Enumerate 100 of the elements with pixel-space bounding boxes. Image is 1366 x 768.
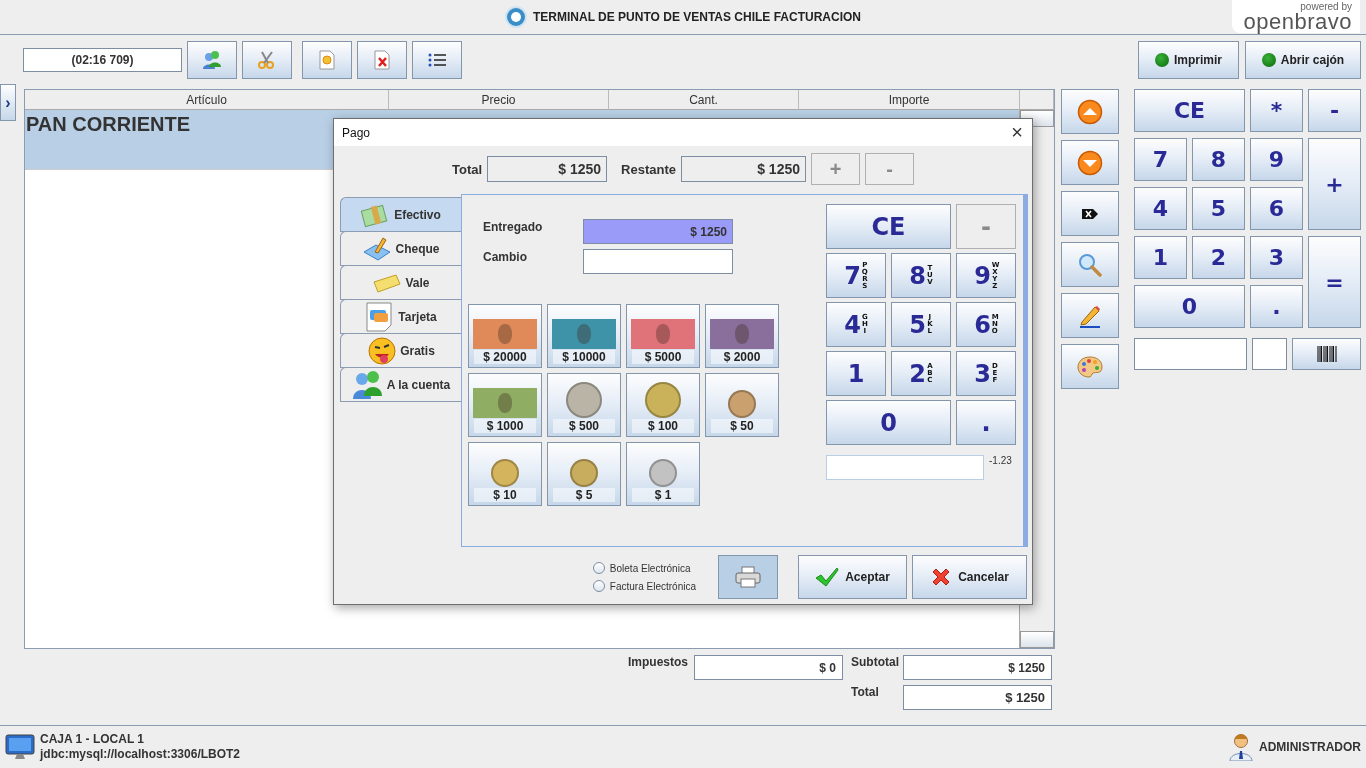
brand-logo: powered by openbravo <box>1232 0 1360 33</box>
logo-icon <box>505 6 527 28</box>
monitor-icon <box>5 734 35 760</box>
barcode-button[interactable] <box>1292 338 1361 370</box>
radio-button[interactable] <box>592 562 605 574</box>
keypad-key[interactable]: CE <box>826 204 951 249</box>
keypad-key[interactable]: 9 <box>1250 138 1303 181</box>
pencil-icon <box>1078 303 1102 328</box>
move-down-button[interactable] <box>1061 140 1119 185</box>
device-button[interactable]: Imprimir <box>1138 41 1239 79</box>
total-field: $ 1250 <box>487 156 608 182</box>
keypad-key[interactable]: . <box>956 400 1016 445</box>
people-icon <box>202 50 222 70</box>
customer-button[interactable] <box>187 41 237 79</box>
keypad-key[interactable]: 2 <box>1192 236 1245 279</box>
attributes-button[interactable] <box>1061 344 1119 389</box>
denomination-button[interactable]: $ 1000 <box>468 373 542 437</box>
expand-panel-button[interactable]: › <box>0 84 16 121</box>
sticky-note-icon <box>372 271 403 294</box>
keypad-key[interactable]: 1 <box>1134 236 1187 279</box>
denomination-button[interactable]: $ 10 <box>468 442 542 506</box>
search-icon <box>1078 252 1102 277</box>
denomination-button[interactable]: $ 50 <box>705 373 779 437</box>
taxes-field: $ 0 <box>694 655 843 680</box>
people-icon <box>351 369 384 400</box>
scroll-down-button[interactable] <box>1020 631 1054 648</box>
keypad-key[interactable]: CE <box>1134 89 1245 132</box>
keypad-key[interactable]: 0 <box>1134 285 1245 328</box>
search-button[interactable] <box>1061 242 1119 287</box>
user-icon <box>1228 733 1254 761</box>
total-label: Total <box>452 161 483 177</box>
keypad-key[interactable]: 8 <box>1192 138 1245 181</box>
keypad-key[interactable]: . <box>1250 285 1303 328</box>
keypad-key[interactable]: 6 <box>1250 187 1303 230</box>
accept-button[interactable]: Aceptar <box>798 555 907 599</box>
denomination-button[interactable]: $ 20000 <box>468 304 542 368</box>
denomination-button[interactable]: $ 5 <box>547 442 621 506</box>
subtotal-field: $ 1250 <box>903 655 1052 680</box>
close-button[interactable]: × <box>1002 119 1032 146</box>
keypad-key[interactable]: = <box>1308 236 1361 328</box>
database-connection: jdbc:mysql://localhost:3306/LBOT2 <box>40 747 241 762</box>
denomination-button[interactable]: $ 1 <box>626 442 700 506</box>
cancel-button[interactable]: Cancelar <box>912 555 1027 599</box>
keypad-key[interactable]: + <box>1308 138 1361 230</box>
taxes-label: Impuestos <box>628 655 689 669</box>
edit-line-button[interactable] <box>1061 293 1119 338</box>
keypad-key[interactable]: 0 <box>826 400 951 445</box>
format-hint: -1.23 <box>989 455 1012 468</box>
payment-tab[interactable]: A la cuenta <box>340 367 461 402</box>
terminal-name: CAJA 1 - LOCAL 1 <box>40 732 145 747</box>
keypad-key[interactable]: 7 <box>1134 138 1187 181</box>
payment-tab[interactable]: Efectivo <box>340 197 461 232</box>
scissors-icon <box>257 50 277 70</box>
given-label: Entregado <box>483 219 544 236</box>
barcode-icon <box>1315 345 1338 363</box>
delete-ticket-button[interactable] <box>357 41 407 79</box>
total-label: Total <box>851 685 880 699</box>
keypad-key[interactable]: 5 <box>1192 187 1245 230</box>
smiley-icon <box>367 335 398 366</box>
given-amount-field[interactable]: $ 1250 <box>583 219 733 244</box>
document-type-option[interactable]: Factura Electrónica <box>592 580 696 592</box>
new-ticket-button[interactable] <box>302 41 352 79</box>
denomination-button[interactable]: $ 10000 <box>547 304 621 368</box>
document-type-option[interactable]: Boleta Electrónica <box>592 562 696 574</box>
delete-line-button[interactable] <box>1061 191 1119 236</box>
user-name: ADMINISTRADOR <box>1259 740 1361 754</box>
delete-tag-icon <box>1081 207 1099 220</box>
delete-document-icon <box>373 50 391 70</box>
quantity-field[interactable] <box>1252 338 1287 370</box>
ticket-list-button[interactable] <box>412 41 462 79</box>
keypad-key[interactable]: 4 <box>1134 187 1187 230</box>
move-up-button[interactable] <box>1061 89 1119 134</box>
total-field: $ 1250 <box>903 685 1052 710</box>
keypad-key[interactable]: - <box>1308 89 1361 132</box>
keypad-key[interactable]: 1 <box>826 351 886 396</box>
split-ticket-button[interactable] <box>242 41 292 79</box>
change-label: Cambio <box>483 249 528 266</box>
input-field[interactable] <box>1134 338 1247 370</box>
remaining-label: Restante <box>621 161 676 177</box>
radio-button[interactable] <box>592 580 605 592</box>
denomination-button[interactable]: $ 5000 <box>626 304 700 368</box>
printer-icon <box>735 566 761 588</box>
new-document-icon <box>318 50 336 70</box>
dialog-title: Pago <box>342 125 371 140</box>
subtotal-label: Subtotal <box>851 655 899 669</box>
product-name: PAN CORRIENTE <box>25 112 191 136</box>
denomination-button[interactable]: $ 100 <box>626 373 700 437</box>
ticket-number-field: (02:16 709) <box>23 48 182 72</box>
keypad-key[interactable]: 3 <box>1250 236 1303 279</box>
palette-icon <box>1077 355 1103 378</box>
device-button[interactable]: Abrir cajón <box>1245 41 1361 79</box>
cheque-pencil-icon <box>362 235 393 262</box>
denomination-button[interactable]: $ 2000 <box>705 304 779 368</box>
denomination-button[interactable]: $ 500 <box>547 373 621 437</box>
check-icon <box>815 567 840 587</box>
keypad-input-field[interactable] <box>826 455 984 480</box>
window-title: TERMINAL DE PUNTO DE VENTAS CHILE FACTURACION <box>533 10 861 24</box>
print-button[interactable] <box>718 555 778 599</box>
keypad-key[interactable]: * <box>1250 89 1303 132</box>
remaining-field: $ 1250 <box>681 156 806 182</box>
